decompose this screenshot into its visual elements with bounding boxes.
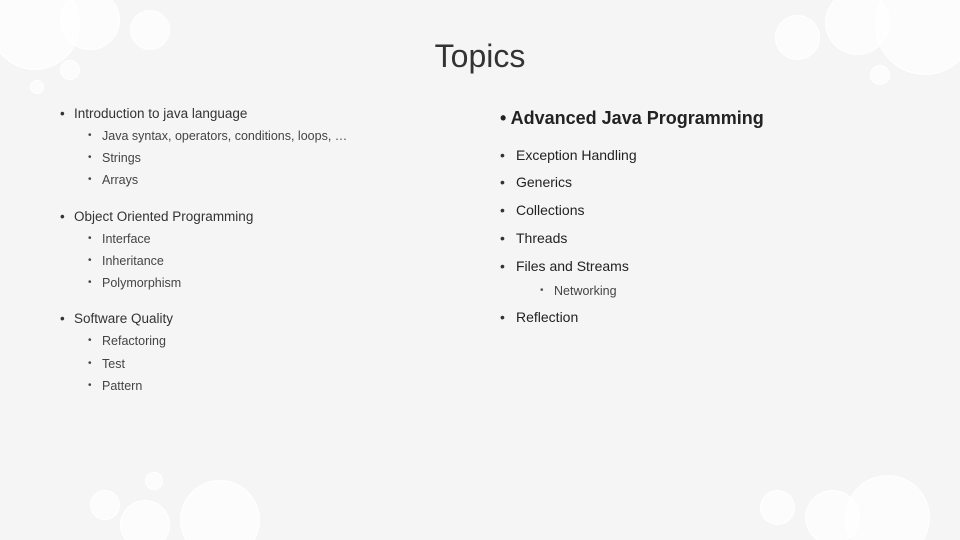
- deco-bubble: [805, 490, 860, 540]
- deco-bubble: [870, 65, 890, 85]
- right-list-item-generics: Generics: [500, 171, 900, 195]
- section-intro-label: Introduction to java language: [74, 106, 247, 121]
- left-column: Introduction to java language Java synta…: [60, 103, 460, 411]
- list-item: Polymorphism: [88, 273, 460, 294]
- list-item: Test: [88, 354, 460, 375]
- list-item: Java syntax, operators, conditions, loop…: [88, 126, 460, 147]
- deco-bubble: [775, 15, 820, 60]
- right-column: • Advanced Java Programming Exception Ha…: [500, 103, 900, 411]
- section-oop-label: Object Oriented Programming: [74, 209, 253, 224]
- section-intro: Introduction to java language Java synta…: [60, 103, 460, 192]
- deco-bubble: [145, 472, 163, 490]
- right-section-header: • Advanced Java Programming: [500, 103, 900, 134]
- list-item: Inheritance: [88, 251, 460, 272]
- right-items-list: Exception Handling Generics Collections …: [500, 144, 900, 330]
- right-list-item-threads: Threads: [500, 227, 900, 251]
- list-item: Strings: [88, 148, 460, 169]
- deco-bubble: [30, 80, 44, 94]
- content-area: Introduction to java language Java synta…: [0, 103, 960, 411]
- right-sub-item-networking: Networking: [540, 281, 900, 302]
- right-list-item-exception: Exception Handling: [500, 144, 900, 168]
- deco-bubble: [60, 60, 80, 80]
- list-item: Arrays: [88, 170, 460, 191]
- list-item: Pattern: [88, 376, 460, 397]
- section-swq-label: Software Quality: [74, 311, 173, 326]
- slide: Topics Introduction to java language Jav…: [0, 0, 960, 540]
- right-list-item-reflection: Reflection: [500, 306, 900, 330]
- deco-bubble: [120, 500, 170, 540]
- right-list-item-collections: Collections: [500, 199, 900, 223]
- section-oop: Object Oriented Programming Interface In…: [60, 206, 460, 295]
- deco-bubble: [130, 10, 170, 50]
- right-list-item-files: Files and Streams Networking: [500, 255, 900, 302]
- deco-bubble: [760, 490, 795, 525]
- deco-bubble: [90, 490, 120, 520]
- deco-bubble: [180, 480, 260, 540]
- section-swq: Software Quality Refactoring Test Patter…: [60, 308, 460, 397]
- list-item: Interface: [88, 229, 460, 250]
- list-item: Refactoring: [88, 331, 460, 352]
